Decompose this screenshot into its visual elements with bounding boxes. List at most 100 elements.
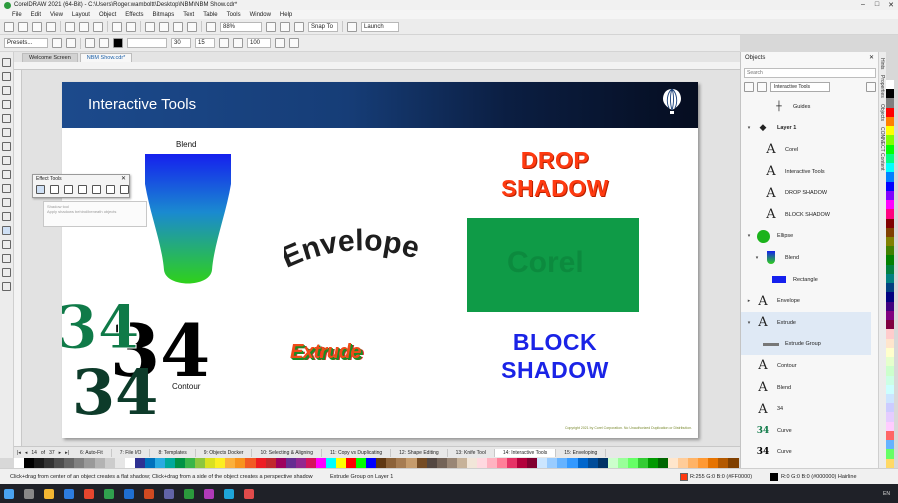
save-icon[interactable] xyxy=(32,21,42,32)
palette-swatch[interactable] xyxy=(94,458,105,468)
palette-swatch[interactable] xyxy=(507,458,518,468)
palette-swatch[interactable] xyxy=(255,458,266,468)
palette-swatch[interactable] xyxy=(886,116,894,127)
menu-help[interactable]: Help xyxy=(280,12,292,18)
outline-color-swatch[interactable] xyxy=(770,473,778,481)
palette-swatch[interactable] xyxy=(577,458,588,468)
app-icon[interactable] xyxy=(224,488,234,499)
palette-swatch[interactable] xyxy=(456,458,467,468)
search-icon[interactable] xyxy=(24,488,34,499)
palette-swatch[interactable] xyxy=(678,458,689,468)
shape-tool-icon[interactable] xyxy=(2,72,11,81)
palette-swatch[interactable] xyxy=(886,126,894,136)
palette-swatch[interactable] xyxy=(14,458,25,468)
show-guides-icon[interactable] xyxy=(294,21,304,32)
palette-swatch[interactable] xyxy=(688,458,699,468)
transparency-tool-icon[interactable] xyxy=(2,240,11,249)
palette-swatch[interactable] xyxy=(114,458,125,468)
page-tab[interactable]: 7: File I/O xyxy=(112,448,151,457)
palette-swatch[interactable] xyxy=(517,458,528,468)
app-icon[interactable] xyxy=(204,488,214,499)
drop-shadow-line2[interactable]: SHADOW xyxy=(480,174,630,202)
palette-swatch[interactable] xyxy=(886,403,894,413)
menu-table[interactable]: Table xyxy=(203,12,217,18)
palette-swatch[interactable] xyxy=(346,458,357,468)
presets-dropdown[interactable]: Presets... xyxy=(4,38,48,48)
ellipse-tool-icon[interactable] xyxy=(2,156,11,165)
page-tab[interactable]: 15: Enveloping xyxy=(556,448,607,457)
zoom-tool-icon[interactable] xyxy=(2,100,11,109)
object-tree-item[interactable]: ▾ ◆ Layer 1 xyxy=(741,118,871,140)
blend-shape[interactable] xyxy=(144,154,232,288)
palette-swatch[interactable] xyxy=(668,458,679,468)
palette-swatch[interactable] xyxy=(886,320,894,330)
palette-swatch[interactable] xyxy=(376,458,387,468)
delete-preset-icon[interactable] xyxy=(66,38,76,48)
palette-swatch[interactable] xyxy=(195,458,206,468)
parallel-dimension-tool-icon[interactable] xyxy=(2,198,11,207)
palette-swatch[interactable] xyxy=(84,458,95,468)
options-gear-icon[interactable] xyxy=(347,21,357,32)
palette-swatch[interactable] xyxy=(164,458,175,468)
previous-page-icon[interactable]: ◂ xyxy=(25,450,28,456)
copy-shadow-icon[interactable] xyxy=(275,38,285,48)
palette-swatch[interactable] xyxy=(886,107,894,117)
page-tab[interactable]: 12: Shape Editing xyxy=(391,448,448,457)
object-tree-item[interactable]: A Blend xyxy=(741,377,871,399)
open-icon[interactable] xyxy=(18,21,28,32)
object-tree-item[interactable]: A Contour xyxy=(741,355,871,377)
palette-swatch[interactable] xyxy=(275,458,286,468)
palette-swatch[interactable] xyxy=(617,458,628,468)
slide-banner[interactable]: Interactive Tools xyxy=(62,82,698,128)
palette-swatch[interactable] xyxy=(886,421,894,431)
palette-swatch[interactable] xyxy=(886,209,894,219)
page-tab[interactable]: 10: Selecting & Aligning xyxy=(252,448,322,457)
palette-swatch[interactable] xyxy=(34,458,45,468)
artistic-media-tool-icon[interactable] xyxy=(2,128,11,137)
view-options-icon[interactable] xyxy=(757,82,767,92)
object-tree-item[interactable]: Rectangle xyxy=(741,269,871,291)
menu-effects[interactable]: Effects xyxy=(125,12,143,18)
hints-side-tab[interactable]: Hints xyxy=(879,58,885,69)
palette-swatch[interactable] xyxy=(205,458,216,468)
palette-swatch[interactable] xyxy=(567,458,578,468)
palette-swatch[interactable] xyxy=(587,458,598,468)
properties-side-tab[interactable]: Properties xyxy=(879,75,885,98)
palette-swatch[interactable] xyxy=(64,458,75,468)
palette-swatch[interactable] xyxy=(886,366,894,376)
tab-welcome-screen[interactable]: Welcome Screen xyxy=(22,53,78,62)
first-page-icon[interactable]: |◂ xyxy=(17,450,21,456)
show-grid-icon[interactable] xyxy=(280,21,290,32)
object-tree-item[interactable]: A 34 xyxy=(741,398,871,420)
palette-swatch[interactable] xyxy=(886,338,894,348)
blend-tool-icon[interactable] xyxy=(64,185,73,194)
import-icon[interactable] xyxy=(159,21,169,32)
palette-swatch[interactable] xyxy=(886,273,894,284)
palette-swatch[interactable] xyxy=(708,458,719,468)
palette-swatch[interactable] xyxy=(325,458,336,468)
palette-swatch[interactable] xyxy=(486,458,497,468)
palette-swatch[interactable] xyxy=(886,393,894,404)
palette-swatch[interactable] xyxy=(886,301,894,311)
pick-tool-icon[interactable] xyxy=(2,58,11,67)
palette-swatch[interactable] xyxy=(886,98,894,108)
add-preset-icon[interactable] xyxy=(52,38,62,48)
block-shadow-text[interactable]: BLOCK SHADOW xyxy=(480,328,630,384)
palette-swatch[interactable] xyxy=(265,458,276,468)
menu-object[interactable]: Object xyxy=(99,12,116,18)
green-rectangle[interactable]: Corel xyxy=(467,218,639,312)
objects-side-tab[interactable]: Objects xyxy=(879,104,885,121)
palette-swatch[interactable] xyxy=(886,255,894,265)
block-shadow-line2[interactable]: SHADOW xyxy=(480,356,630,384)
palette-swatch[interactable] xyxy=(886,135,894,145)
palette-swatch[interactable] xyxy=(366,458,377,468)
object-tree-item[interactable]: ▸ A Envelope xyxy=(741,290,871,312)
menu-bitmaps[interactable]: Bitmaps xyxy=(153,12,175,18)
connector-tool-icon[interactable] xyxy=(2,212,11,221)
shadow-color-swatch-icon[interactable] xyxy=(113,38,123,48)
page-tab[interactable]: 8: Templates xyxy=(150,448,196,457)
envelope-tool-icon[interactable] xyxy=(106,185,115,194)
app-icon[interactable] xyxy=(244,488,254,499)
smart-fill-tool-icon[interactable] xyxy=(2,282,11,291)
palette-swatch[interactable] xyxy=(886,329,894,339)
